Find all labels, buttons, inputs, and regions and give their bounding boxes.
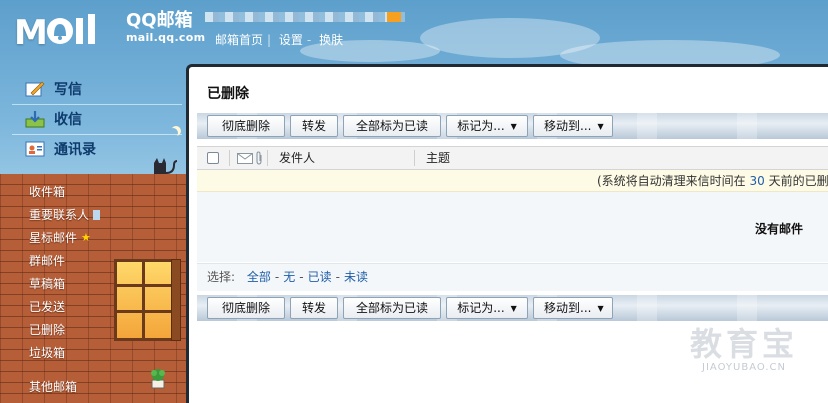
folder-starred[interactable]: 星标邮件 ★ <box>29 227 91 249</box>
svg-text:M: M <box>14 13 47 50</box>
page-title: 已删除 <box>207 86 249 102</box>
watermark-cn: 教育宝 <box>690 325 799 363</box>
mail-logo[interactable]: M <box>14 10 122 53</box>
moon-icon <box>168 128 178 138</box>
mark-all-read-button[interactable]: 全部标为已读 <box>343 115 441 137</box>
compose-button[interactable]: 写信 <box>25 76 82 102</box>
move-to-dropdown-bottom[interactable]: 移动到... ▼ <box>533 297 613 319</box>
folder-deleted[interactable]: 已删除 <box>29 319 65 341</box>
mark-all-read-button-bottom[interactable]: 全部标为已读 <box>343 297 441 319</box>
forward-button[interactable]: 转发 <box>290 115 338 137</box>
link-mail-home[interactable]: 邮箱首页 <box>215 33 263 47</box>
logo-icon: M <box>14 13 95 53</box>
toolbar-top: 彻底删除 转发 全部标为已读 标记为... ▼ 移动到... ▼ <box>197 113 828 139</box>
folder-spam[interactable]: 垃圾箱 <box>29 342 65 364</box>
column-subject[interactable]: 主题 <box>426 147 450 169</box>
watermark: 教育宝 JIAOYUBAO.CN <box>690 326 798 373</box>
mail-header: M QQ邮箱 mail.qq.com 邮箱首页 | 设置 - 换肤 <box>0 0 828 62</box>
watermark-en: JIAOYUBAO.CN <box>702 362 786 373</box>
divider <box>12 134 182 135</box>
sidebar: 写信 收信 通讯录 收件箱 重要联系人 星标邮件 ★ 群邮件 草稿箱 已发送 已… <box>0 62 186 403</box>
brand-url: mail.qq.com <box>126 31 206 44</box>
caret-down-icon: ▼ <box>510 122 517 131</box>
caret-down-icon: ▼ <box>597 304 604 313</box>
compose-icon <box>25 81 45 97</box>
selection-bar: 选择: 全部 - 无 - 已读 - 未读 <box>197 263 828 291</box>
folder-drafts[interactable]: 草稿箱 <box>29 273 65 295</box>
folder-important-contacts[interactable]: 重要联系人 <box>29 204 101 226</box>
auto-clean-notice: (系统将自动清理来信时间在 30 天前的已删 <box>197 170 828 192</box>
contacts-icon <box>25 141 45 157</box>
brand: QQ邮箱 mail.qq.com <box>126 11 205 45</box>
attachment-icon <box>256 151 262 165</box>
select-none-link[interactable]: 无 <box>283 270 295 284</box>
select-unread-link[interactable]: 未读 <box>344 270 368 284</box>
top-links: 邮箱首页 | 设置 - 换肤 <box>215 33 344 47</box>
folder-sent[interactable]: 已发送 <box>29 296 65 318</box>
folder-other-mailboxes[interactable]: 其他邮箱 <box>29 376 77 398</box>
inbox-download-icon <box>25 111 45 128</box>
list-header: 发件人 主题 <box>197 146 828 170</box>
forward-button-bottom[interactable]: 转发 <box>290 297 338 319</box>
link-settings[interactable]: 设置 <box>279 33 303 47</box>
select-label: 选择: <box>207 270 236 284</box>
sidebar-actions: 写信 收信 通讯录 <box>0 62 186 175</box>
contacts-button[interactable]: 通讯录 <box>25 136 96 162</box>
window-illustration <box>114 259 181 341</box>
plant-icon <box>151 369 165 389</box>
divider <box>12 104 182 105</box>
select-read-link[interactable]: 已读 <box>308 270 332 284</box>
delete-forever-button-bottom[interactable]: 彻底删除 <box>207 297 285 319</box>
receive-button[interactable]: 收信 <box>25 106 82 132</box>
folder-panel: 收件箱 重要联系人 星标邮件 ★ 群邮件 草稿箱 已发送 已删除 垃圾箱 其他邮箱 <box>0 174 186 403</box>
folder-inbox[interactable]: 收件箱 <box>29 181 65 203</box>
bookmark-icon <box>93 210 101 220</box>
caret-down-icon: ▼ <box>510 304 517 313</box>
star-icon: ★ <box>81 231 91 244</box>
toolbar-bottom: 彻底删除 转发 全部标为已读 标记为... ▼ 移动到... ▼ <box>197 295 828 321</box>
select-all-checkbox[interactable] <box>207 152 219 164</box>
link-skin[interactable]: 换肤 <box>319 33 343 47</box>
mark-as-dropdown[interactable]: 标记为... ▼ <box>446 115 528 137</box>
select-all-link[interactable]: 全部 <box>247 270 271 284</box>
empty-list-area: 没有邮件 <box>197 192 828 262</box>
column-sender[interactable]: 发件人 <box>279 147 315 169</box>
empty-list-message: 没有邮件 <box>755 222 804 236</box>
brand-name: QQ邮箱 <box>126 10 193 31</box>
envelope-icon <box>237 153 253 164</box>
delete-forever-button[interactable]: 彻底删除 <box>207 115 285 137</box>
cat-icon <box>154 158 178 175</box>
notice-days: 30 <box>749 174 765 188</box>
move-to-dropdown[interactable]: 移动到... ▼ <box>533 115 613 137</box>
folder-group-mail[interactable]: 群邮件 <box>29 250 65 272</box>
user-account-blurred <box>205 12 405 22</box>
caret-down-icon: ▼ <box>597 122 604 131</box>
mark-as-dropdown-bottom[interactable]: 标记为... ▼ <box>446 297 528 319</box>
